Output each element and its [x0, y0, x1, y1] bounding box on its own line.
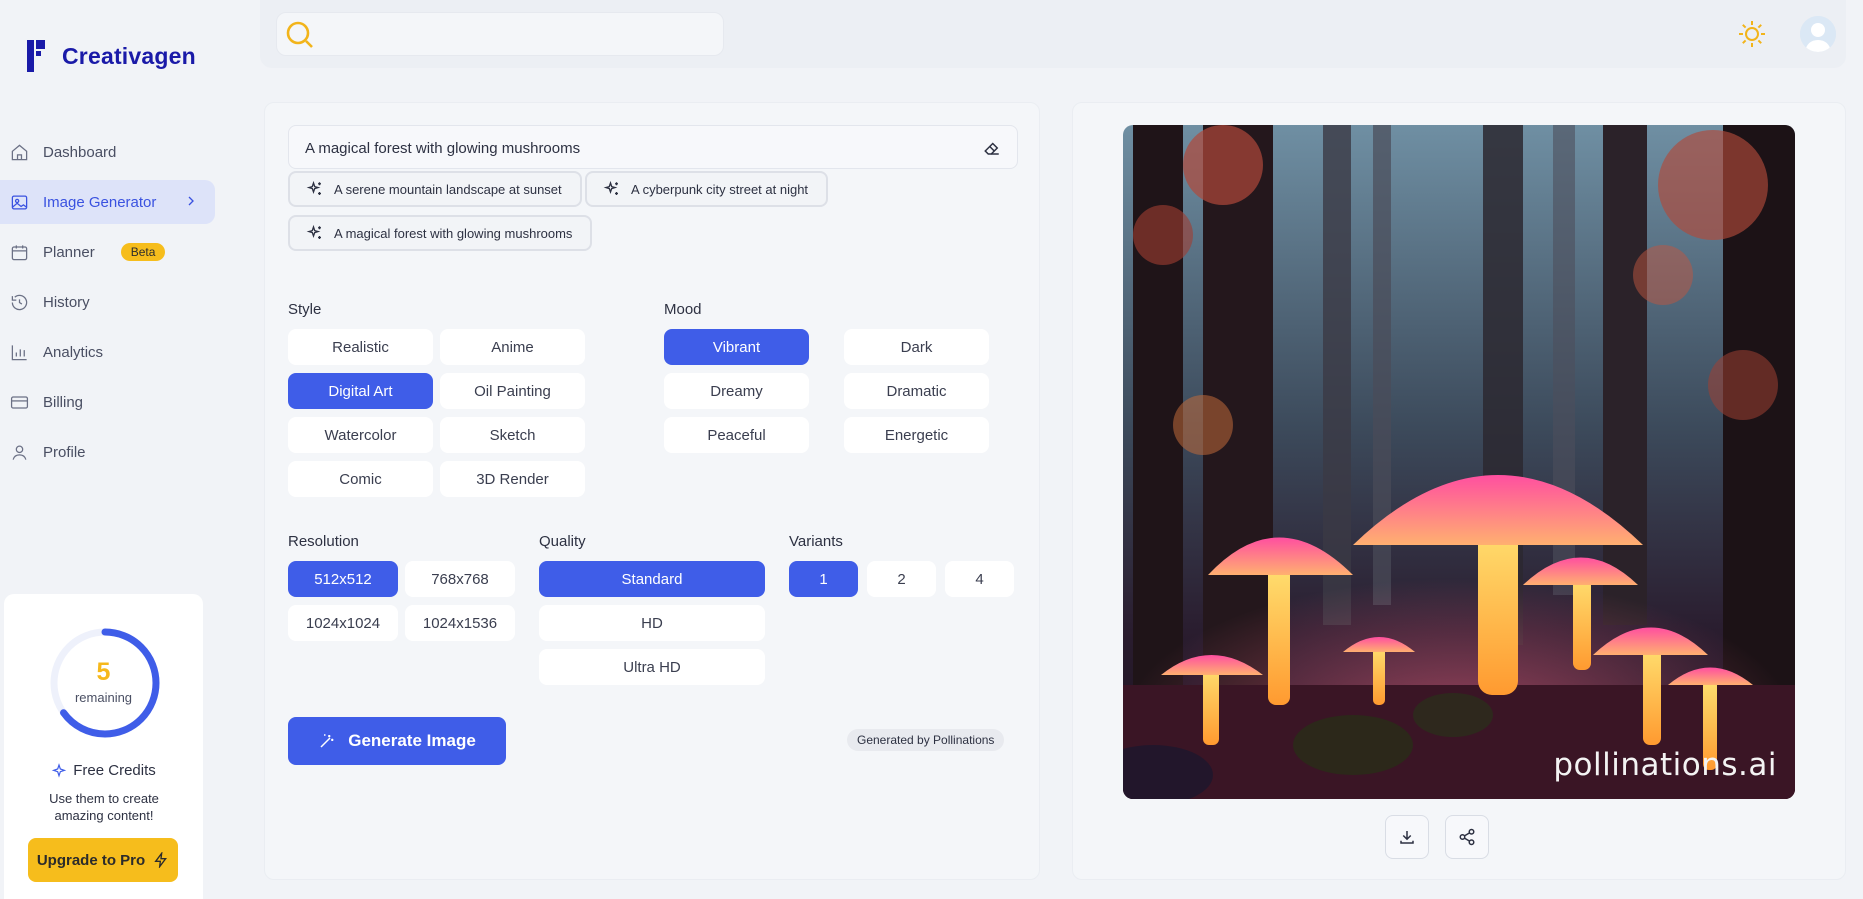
beta-badge: Beta — [120, 243, 166, 261]
image-preview-panel: pollinations.ai — [1072, 102, 1846, 880]
brand-name: Creativagen — [62, 42, 196, 69]
sidebar-nav: Dashboard Image Generator Planner Beta H… — [0, 130, 216, 480]
sidebar-item-label: Image Generator — [43, 193, 157, 211]
search-input[interactable] — [325, 19, 705, 49]
style-option-comic[interactable]: Comic — [288, 461, 433, 497]
sparkle-icon — [52, 762, 67, 778]
sidebar-item-label: Planner — [43, 243, 95, 261]
sidebar-item-image-generator[interactable]: Image Generator — [0, 180, 215, 224]
style-option-anime[interactable]: Anime — [440, 329, 585, 365]
lightning-icon — [154, 852, 168, 868]
sidebar-item-label: Analytics — [43, 343, 104, 361]
sidebar-item-billing[interactable]: Billing — [0, 380, 216, 424]
download-button[interactable] — [1385, 815, 1429, 859]
suggestion-chip[interactable]: A cyberpunk city street at night — [585, 171, 829, 207]
resolution-label: Resolution — [288, 533, 359, 550]
mood-option-vibrant[interactable]: Vibrant — [664, 329, 809, 365]
mood-option-dreamy[interactable]: Dreamy — [664, 373, 809, 409]
sidebar-item-label: History — [43, 293, 90, 311]
top-bar — [260, 0, 1846, 68]
resolution-option-768[interactable]: 768x768 — [405, 561, 515, 597]
credits-remaining-label: remaining — [74, 690, 133, 705]
magic-wand-icon — [320, 734, 334, 748]
bar-chart-icon — [11, 344, 27, 360]
variants-option-4[interactable]: 4 — [945, 561, 1014, 597]
suggestion-chip[interactable]: A serene mountain landscape at sunset — [288, 171, 582, 207]
credits-remaining-count: 5 — [96, 658, 111, 686]
resolution-option-1024[interactable]: 1024x1024 — [288, 605, 398, 641]
style-option-oil-painting[interactable]: Oil Painting — [440, 373, 585, 409]
resolution-option-1024x1536[interactable]: 1024x1536 — [405, 605, 515, 641]
logo-icon — [26, 38, 54, 74]
suggestion-chip[interactable]: A magical forest with glowing mushrooms — [288, 215, 593, 251]
prompt-input[interactable] — [305, 136, 965, 160]
chevron-right-icon — [188, 196, 194, 206]
search-box[interactable] — [276, 12, 724, 56]
sidebar: Creativagen Dashboard Image Generator Pl… — [0, 0, 216, 899]
generated-by-badge: Generated by Pollinations — [847, 729, 1005, 751]
quality-option-standard[interactable]: Standard — [539, 561, 765, 597]
brand-logo[interactable]: Creativagen — [26, 38, 196, 74]
credits-card: 5 remaining Free Credits Use them to cre… — [4, 594, 203, 899]
mood-label: Mood — [664, 301, 702, 318]
image-icon — [11, 195, 28, 209]
credit-card-icon — [10, 395, 29, 409]
pollinations-watermark: pollinations.ai — [1553, 747, 1777, 783]
theme-toggle-icon[interactable] — [1736, 18, 1768, 50]
eraser-icon[interactable] — [983, 139, 1001, 157]
variants-label: Variants — [789, 533, 843, 550]
sparkles-icon — [603, 180, 618, 195]
mood-option-peaceful[interactable]: Peaceful — [664, 417, 809, 453]
share-icon — [1459, 828, 1475, 846]
sidebar-item-label: Profile — [43, 443, 86, 461]
search-icon — [286, 21, 313, 48]
user-icon — [12, 445, 27, 460]
sidebar-item-label: Billing — [43, 393, 84, 411]
sidebar-item-history[interactable]: History — [0, 280, 216, 324]
home-icon — [11, 144, 28, 160]
user-avatar[interactable] — [1800, 16, 1836, 52]
mood-option-energetic[interactable]: Energetic — [844, 417, 989, 453]
resolution-option-512[interactable]: 512x512 — [288, 561, 398, 597]
calendar-icon — [11, 244, 28, 260]
generated-image[interactable]: pollinations.ai — [1123, 125, 1795, 799]
mood-option-dark[interactable]: Dark — [844, 329, 989, 365]
upgrade-to-pro-button[interactable]: Upgrade to Pro — [28, 838, 178, 882]
sparkles-icon — [306, 180, 321, 195]
sparkles-icon — [306, 224, 321, 239]
forest-mushroom-illustration — [1123, 125, 1795, 799]
prompt-field[interactable] — [288, 125, 1018, 169]
style-option-digital-art[interactable]: Digital Art — [288, 373, 433, 409]
variants-option-2[interactable]: 2 — [867, 561, 936, 597]
history-icon — [11, 294, 28, 310]
share-button[interactable] — [1445, 815, 1489, 859]
quality-option-ultra-hd[interactable]: Ultra HD — [539, 649, 765, 685]
generator-form-panel: A serene mountain landscape at sunset A … — [264, 102, 1040, 880]
sidebar-item-profile[interactable]: Profile — [0, 430, 216, 474]
free-credits-description: Use them to create amazing content! — [49, 791, 159, 823]
quality-label: Quality — [539, 533, 586, 550]
style-option-3d-render[interactable]: 3D Render — [440, 461, 585, 497]
quality-option-hd[interactable]: HD — [539, 605, 765, 641]
sidebar-item-analytics[interactable]: Analytics — [0, 330, 216, 374]
sidebar-item-planner[interactable]: Planner Beta — [0, 230, 216, 274]
style-option-sketch[interactable]: Sketch — [440, 417, 585, 453]
variants-option-1[interactable]: 1 — [789, 561, 858, 597]
sidebar-item-label: Dashboard — [43, 143, 117, 161]
generate-image-button[interactable]: Generate Image — [288, 717, 506, 765]
sidebar-item-dashboard[interactable]: Dashboard — [0, 130, 216, 174]
style-option-watercolor[interactable]: Watercolor — [288, 417, 433, 453]
style-label: Style — [288, 301, 322, 318]
download-icon — [1400, 831, 1414, 844]
mood-option-dramatic[interactable]: Dramatic — [844, 373, 989, 409]
free-credits-title: Free Credits — [4, 762, 203, 779]
style-option-realistic[interactable]: Realistic — [288, 329, 433, 365]
